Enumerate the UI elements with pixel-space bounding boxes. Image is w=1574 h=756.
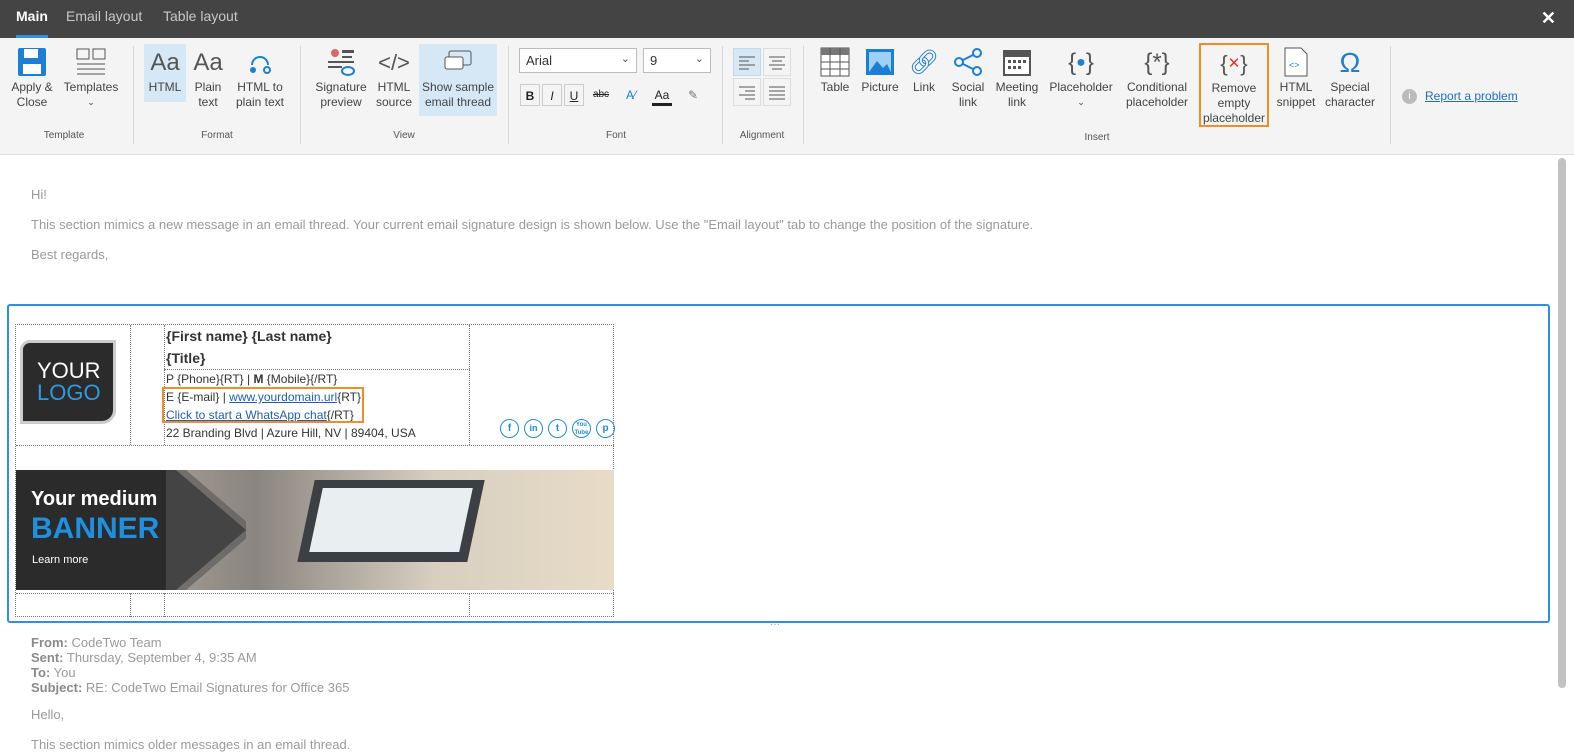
group-label: Alignment (739, 130, 785, 141)
tab-table-layout[interactable]: Table layout (163, 0, 238, 38)
hello: Hello, (31, 707, 65, 722)
scrollbar[interactable] (1558, 158, 1566, 688)
share-icon (954, 48, 982, 76)
top-bar: Main Email layout Table layout ✕ (0, 0, 1574, 38)
align-left-button[interactable] (733, 48, 761, 76)
special-character-button[interactable]: Ω Special character (1323, 44, 1377, 110)
report-problem-link[interactable]: Report a problem (1425, 89, 1518, 103)
from-line: From: CodeTwo Team (31, 635, 162, 650)
subject-line: Subject: RE: CodeTwo Email Signatures fo… (31, 680, 350, 695)
table-icon (820, 47, 850, 77)
font-size-select[interactable]: 9 ⌄ (643, 48, 711, 73)
html-snippet-button[interactable]: <> HTML snippet (1274, 44, 1318, 110)
align-right-button[interactable] (733, 78, 761, 106)
highlight-box (162, 387, 364, 423)
regards: Best regards, (31, 247, 109, 262)
align-center-button[interactable] (763, 48, 791, 76)
address: 22 Branding Blvd | Azure Hill, NV | 8940… (166, 426, 416, 440)
italic-button[interactable]: I (542, 84, 562, 106)
conditional-icon: {*} (1144, 48, 1170, 76)
bold-button[interactable]: B (520, 84, 540, 106)
tab-email-layout[interactable]: Email layout (66, 0, 142, 38)
insert-picture-button[interactable]: Picture (859, 44, 901, 95)
chevron-down-icon: ⌄ (620, 53, 630, 65)
chat-icon (444, 50, 472, 70)
insert-table-button[interactable]: Table (816, 44, 854, 95)
close-icon[interactable]: ✕ (1541, 8, 1556, 29)
font-color-button[interactable]: Aa (652, 84, 672, 106)
social-link-button[interactable]: Social link (948, 44, 988, 110)
templates-button[interactable]: Templates ⌄ (62, 44, 120, 110)
group-label: Format (201, 130, 233, 141)
meeting-link-button[interactable]: Meeting link (994, 44, 1040, 110)
templates-icon (76, 48, 106, 75)
omega-icon: Ω (1339, 46, 1361, 78)
facebook-icon[interactable]: f (500, 419, 519, 438)
save-icon (18, 48, 46, 76)
group-label: Font (605, 130, 626, 141)
picture-icon (866, 49, 894, 75)
signature-preview-icon (328, 49, 355, 76)
older-body: This section mimics older messages in an… (31, 737, 351, 752)
apply-close-button[interactable]: Apply & Close (8, 44, 56, 110)
html-to-plain-button[interactable]: HTML to plain text (232, 44, 288, 110)
insert-link-button[interactable]: 🔗︎ Link (906, 44, 942, 95)
calendar-icon (1003, 50, 1031, 76)
pinterest-icon[interactable]: p (596, 419, 615, 438)
twitter-icon[interactable]: t (548, 419, 567, 438)
align-justify-button[interactable] (763, 78, 791, 106)
signature-box[interactable]: YOUR LOGO {First name} {Last name} {Titl… (7, 304, 1550, 623)
plain-text-button[interactable]: Aa Plain text (190, 44, 226, 110)
banner[interactable]: Your medium BANNER Learn more (16, 470, 614, 590)
logo[interactable]: YOUR LOGO (20, 340, 116, 424)
strikethrough-button[interactable]: abc (591, 84, 611, 106)
highlight-pen-icon[interactable]: ✎ (683, 84, 703, 106)
tab-main[interactable]: Main (16, 0, 48, 38)
ribbon: Apply & Close Templates ⌄ Template Aa HTML… (0, 38, 1574, 155)
greeting: Hi! (31, 187, 47, 202)
title-placeholder: {Title} (166, 350, 206, 366)
name-placeholder: {First name} {Last name} (166, 328, 332, 344)
html-source-button[interactable]: </> HTML source (374, 44, 414, 110)
linkedin-icon[interactable]: in (524, 419, 543, 438)
group-label: Template (43, 130, 85, 141)
headset-icon (250, 56, 271, 74)
group-label: View (393, 130, 415, 141)
resize-handle[interactable]: ··· (770, 619, 780, 630)
placeholder-icon: {●} (1068, 48, 1094, 76)
placeholder-button[interactable]: {●} Placeholder ⌄ (1048, 44, 1114, 110)
signature-table[interactable]: YOUR LOGO {First name} {Last name} {Titl… (15, 324, 615, 617)
html-format-button[interactable]: Aa HTML (144, 44, 186, 102)
underline-button[interactable]: U (564, 84, 584, 106)
code-icon: </> (378, 49, 410, 75)
youtube-icon[interactable]: You Tube (572, 419, 591, 438)
email-editor[interactable]: Hi! This section mimics a new message in… (0, 156, 1574, 756)
svg-text:<>: <> (1289, 60, 1300, 70)
font-name-select[interactable]: Arial ⌄ (519, 48, 637, 73)
learn-more-link[interactable]: Learn more (32, 554, 88, 566)
link-icon: 🔗︎ (908, 48, 940, 76)
group-label: Insert (1084, 132, 1110, 143)
clear-format-icon[interactable]: A⁄ (621, 84, 641, 106)
chevron-down-icon: ⌄ (694, 53, 704, 65)
signature-preview-button[interactable]: Signature preview (312, 44, 370, 110)
sent-line: Sent: Thursday, September 4, 9:35 AM (31, 650, 257, 665)
phone-line: P {Phone}{RT} | M {Mobile}{/RT} (166, 372, 338, 386)
conditional-placeholder-button[interactable]: {*} Conditional placeholder (1120, 44, 1194, 110)
to-line: To: You (31, 665, 76, 680)
remove-empty-placeholder-button[interactable]: {✕} Remove empty placeholder (1199, 43, 1269, 127)
snippet-icon: <> (1284, 47, 1308, 77)
remove-placeholder-icon: {✕} (1220, 50, 1248, 76)
info-icon: i (1402, 89, 1417, 104)
show-thread-button[interactable]: Show sample email thread (419, 44, 497, 116)
banner-subtitle: BANNER (31, 512, 160, 545)
banner-title: Your medium (31, 488, 158, 510)
top-body: This section mimics a new message in an … (31, 217, 1034, 232)
